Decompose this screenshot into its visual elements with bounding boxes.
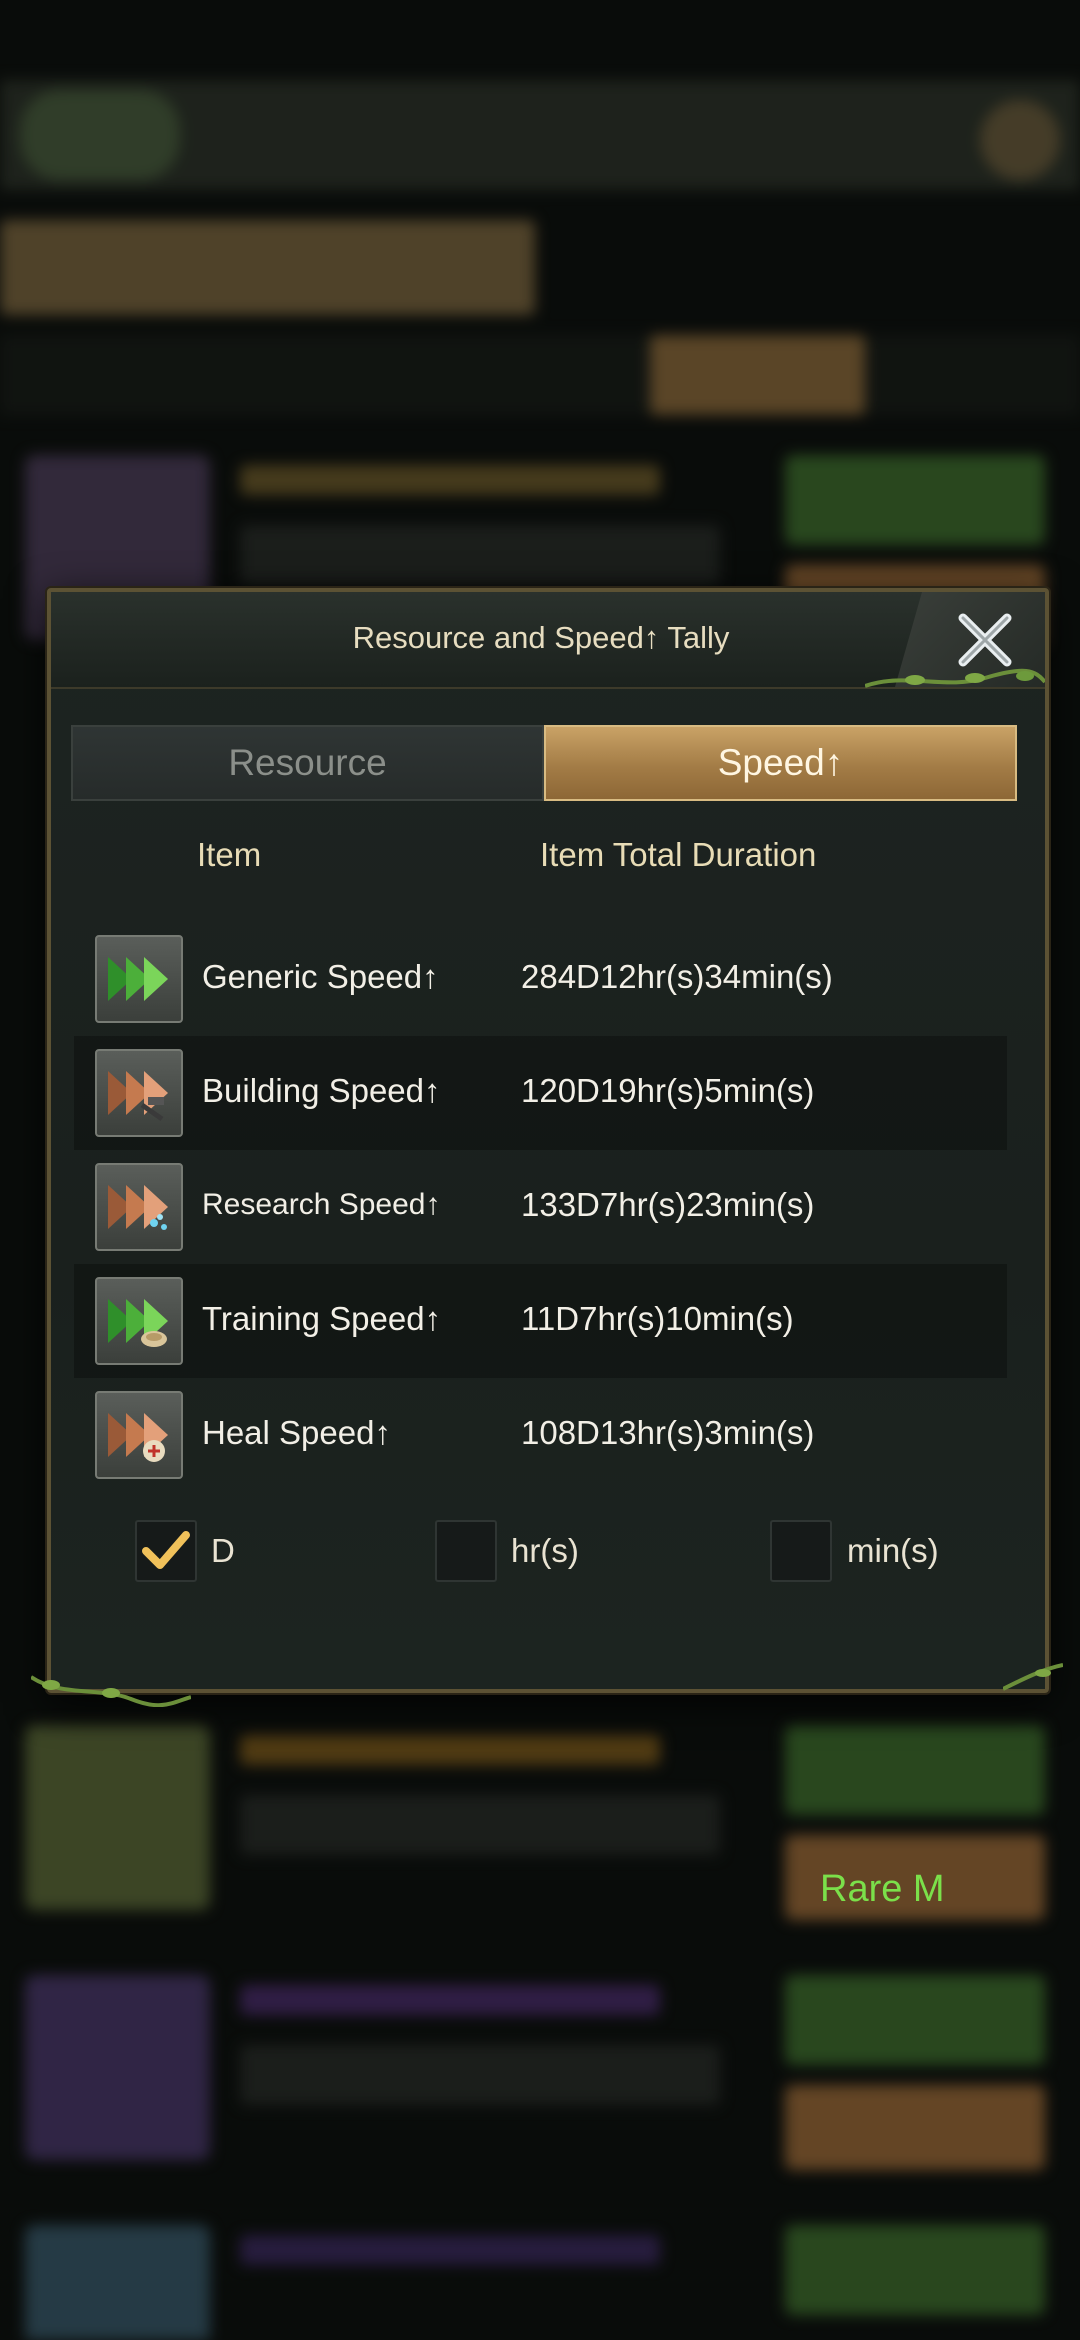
dialog-header: Resource and Speed↑ Tally [51,592,1045,689]
item-duration: 108D13hr(s)3min(s) [521,1414,815,1451]
list-item-building-speed: Building Speed↑ 120D19hr(s)5min(s) [74,1036,1007,1150]
building-speed-icon [95,1049,183,1137]
checkbox-minutes[interactable] [770,1520,832,1582]
tally-tabs: Resource Speed↑ [71,725,1017,801]
item-name: Generic Speed↑ [202,958,439,995]
tab-resource[interactable]: Resource [71,725,544,801]
heal-speed-icon [95,1391,183,1479]
speed-item-list: Generic Speed↑ 284D12hr(s)34min(s) Build… [74,922,1007,1492]
item-name: Building Speed↑ [202,1072,441,1109]
generic-speed-icon [95,935,183,1023]
item-duration: 120D19hr(s)5min(s) [521,1072,815,1109]
list-item-training-speed: Training Speed↑ 11D7hr(s)10min(s) [74,1264,1007,1378]
list-item-generic-speed: Generic Speed↑ 284D12hr(s)34min(s) [74,922,1007,1036]
training-speed-icon [95,1277,183,1365]
tab-speed[interactable]: Speed↑ [544,725,1017,801]
column-header-item: Item [197,836,262,873]
item-name: Research Speed↑ [202,1188,441,1221]
item-name: Heal Speed↑ [202,1414,391,1451]
vine-decoration-icon [865,668,1045,688]
unit-label-hours: hr(s) [511,1532,579,1569]
bg-rare-badge-label: Rare M [820,1868,945,1910]
research-speed-icon [95,1163,183,1251]
item-duration: 133D7hr(s)23min(s) [521,1186,815,1223]
vine-decoration-icon [1003,1663,1063,1691]
unit-label-days: D [211,1532,235,1569]
dialog-title: Resource and Speed↑ Tally [352,620,730,655]
unit-filter-row: D hr(s) min(s) [51,1512,1045,1582]
tally-dialog: Resource and Speed↑ Tally Resource Speed… [31,588,1063,1707]
list-item-research-speed: Research Speed↑ 133D7hr(s)23min(s) [74,1150,1007,1264]
checkmark-icon [142,1531,190,1569]
checkbox-hours[interactable] [435,1520,497,1582]
column-header-duration: Item Total Duration [540,836,817,873]
list-item-heal-speed: Heal Speed↑ 108D13hr(s)3min(s) [74,1378,1007,1492]
vine-decoration-icon [31,1675,191,1707]
unit-label-minutes: min(s) [847,1532,939,1569]
item-name: Training Speed↑ [202,1300,442,1337]
item-duration: 284D12hr(s)34min(s) [521,958,833,995]
item-duration: 11D7hr(s)10min(s) [521,1300,794,1337]
checkbox-days[interactable] [135,1520,197,1582]
